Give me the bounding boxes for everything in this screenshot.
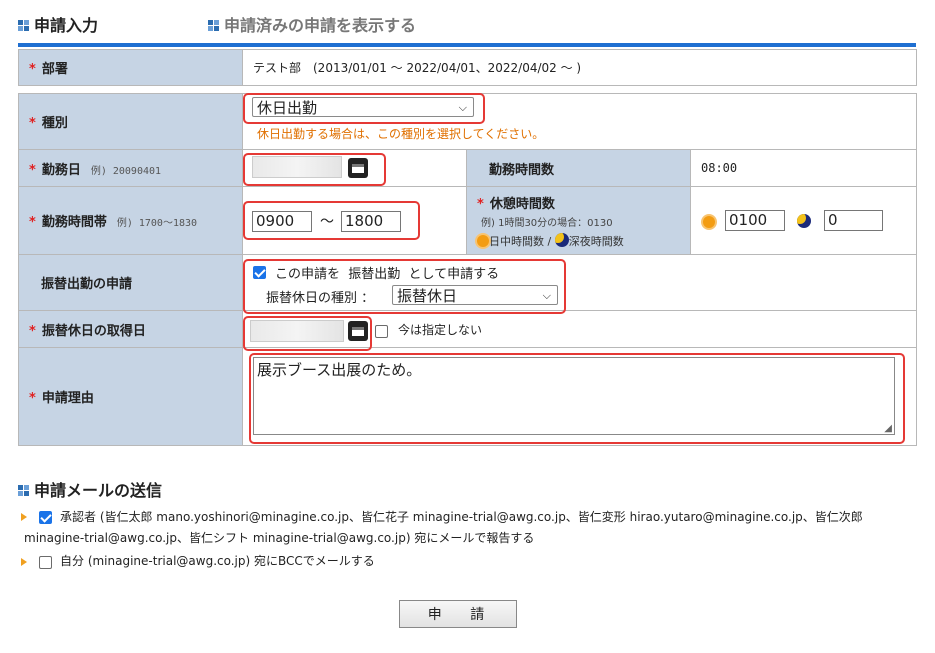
reason-label-cell: * 申請理由 — [18, 347, 243, 446]
reason-text: 展示ブース出展のため。 — [257, 361, 422, 379]
worktime-start-input[interactable]: 0900 — [252, 211, 312, 232]
chevron-down-icon: ⌵ — [542, 289, 551, 302]
worktime-count-label: 勤務時間数 — [489, 162, 555, 178]
grid-icon — [18, 20, 30, 32]
break-label: 休憩時間数 — [489, 197, 555, 212]
bullet-arrow-icon — [21, 513, 27, 521]
approver-line-1: 承認者 (皆仁太郎 mano.yoshinori@minagine.co.jp、… — [60, 510, 863, 524]
tab-input[interactable]: 申請入力 — [18, 12, 98, 36]
workday-label: 勤務日 — [41, 162, 81, 178]
moon-icon — [797, 214, 811, 228]
holiday-type-label: 振替休日の種別 ： — [266, 291, 375, 306]
dept-label: 部署 — [41, 62, 68, 77]
grid-icon — [208, 20, 220, 32]
approver-mail-checkbox[interactable] — [39, 511, 52, 524]
workday-input[interactable] — [252, 156, 342, 178]
undecided-checkbox[interactable] — [375, 325, 388, 338]
mail-section-title: 申請メールの送信 — [18, 477, 162, 501]
header-divider — [18, 43, 916, 47]
calendar-icon[interactable] — [348, 158, 368, 178]
holiday-date-input[interactable] — [250, 320, 344, 342]
dept-table: * 部署 テスト部 (2013/01/01 ～ 2022/04/01、2022/0… — [18, 49, 917, 86]
night-hours-label: 深夜時間数 — [568, 235, 624, 248]
night-break-input[interactable]: 0 — [824, 210, 883, 231]
dept-label-cell: * 部署 — [18, 49, 243, 86]
worktime-count-value: 08:00 — [690, 149, 917, 187]
legend-slash: / — [547, 235, 552, 248]
substitute-checkbox[interactable] — [253, 266, 266, 279]
substitute-label-cell: 振替出勤の申請 — [18, 254, 243, 311]
sun-icon — [703, 216, 715, 228]
holiday-date-label: 振替休日の取得日 — [41, 323, 146, 339]
break-label-cell: * 休憩時間数 例) 1時間30分の場合：0130 日中時間数 / 深夜時間数 — [466, 186, 691, 255]
bullet-arrow-icon — [21, 558, 27, 566]
calendar-icon[interactable] — [348, 321, 368, 341]
day-hours-label: 日中時間数 — [489, 235, 544, 248]
dept-value: テスト部 (2013/01/01 ～ 2022/04/01、2022/04/02… — [242, 49, 917, 86]
workday-label-cell: * 勤務日 例) 20090401 — [18, 149, 243, 187]
type-label: 種別 — [41, 116, 68, 131]
self-mail-checkbox[interactable] — [39, 556, 52, 569]
moon-icon — [554, 233, 569, 247]
worktime-end-input[interactable]: 1800 — [341, 211, 401, 232]
submit-button[interactable]: 申 請 — [399, 600, 517, 628]
workday-example: 例) 20090401 — [90, 165, 162, 177]
approver-line-2: minagine-trial@awg.co.jp、皆仁シフト minagine-… — [24, 531, 535, 545]
grid-icon — [18, 485, 30, 497]
day-break-input[interactable]: 0100 — [725, 210, 785, 231]
holiday-type-select[interactable]: 振替休日 ⌵ — [392, 285, 558, 305]
mail-title-text: 申請メールの送信 — [34, 481, 163, 500]
self-mail-label: 自分 (minagine-trial@awg.co.jp) 宛にBCCでメールす… — [60, 554, 375, 568]
substitute-check-text: この申請を 振替出勤 として申請する — [275, 267, 500, 282]
sun-icon — [477, 235, 489, 247]
break-legend: 日中時間数 / 深夜時間数 — [477, 233, 690, 249]
worktime-count-label-cell: 勤務時間数 — [466, 149, 691, 187]
type-label-cell: * 種別 — [18, 93, 243, 150]
worktime-example: 例) 1700～1830 — [116, 218, 198, 229]
worktime-separator: ～ — [320, 214, 334, 230]
worktime-label-cell: * 勤務時間帯 例) 1700～1830 — [18, 186, 243, 255]
type-select[interactable]: 休日出勤 ⌵ — [252, 97, 474, 117]
type-selected: 休日出勤 — [257, 99, 318, 117]
tab-input-label: 申請入力 — [34, 16, 99, 35]
chevron-down-icon: ⌵ — [458, 101, 467, 114]
undecided-label: 今は指定しない — [398, 323, 483, 337]
reason-label: 申請理由 — [41, 391, 94, 406]
tab-history[interactable]: 申請済みの申請を表示する — [208, 12, 416, 36]
reason-textarea[interactable]: 展示ブース出展のため。 ◢ — [253, 357, 895, 435]
tab-history-label: 申請済みの申請を表示する — [224, 16, 417, 35]
type-note: 休日出勤する場合は、この種別を選択してください。 — [257, 127, 545, 141]
break-example: 例) 1時間30分の場合：0130 — [481, 218, 613, 229]
holiday-type-selected: 振替休日 — [397, 287, 458, 305]
holiday-date-label-cell: * 振替休日の取得日 — [18, 310, 243, 348]
substitute-label: 振替出勤の申請 — [41, 277, 133, 292]
resize-handle-icon[interactable]: ◢ — [884, 423, 892, 434]
worktime-label: 勤務時間帯 — [41, 215, 107, 230]
